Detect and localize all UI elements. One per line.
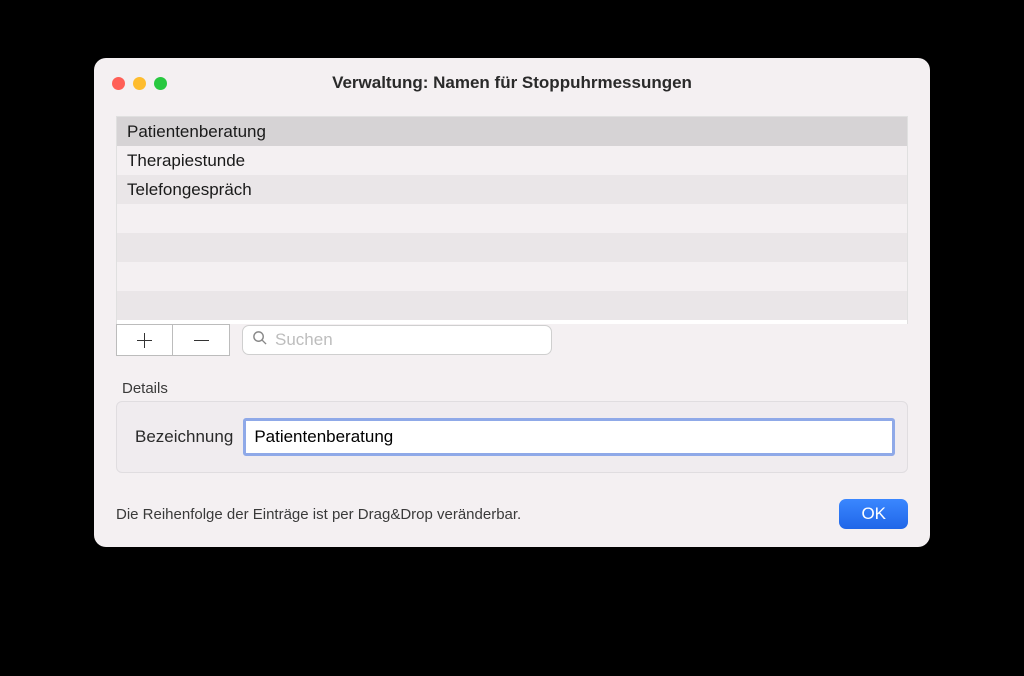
list-item-empty — [117, 262, 907, 291]
field-label-bezeichnung: Bezeichnung — [135, 427, 233, 447]
list-item[interactable]: Therapiestunde — [117, 146, 907, 175]
window-title: Verwaltung: Namen für Stoppuhrmessungen — [112, 73, 912, 93]
list-item-empty — [117, 204, 907, 233]
list-item[interactable]: Patientenberatung — [117, 117, 907, 146]
search-icon — [252, 330, 267, 350]
add-button[interactable] — [117, 325, 173, 355]
plus-icon — [137, 333, 152, 348]
search-input[interactable] — [242, 325, 552, 355]
dialog-window: Verwaltung: Namen für Stoppuhrmessungen … — [94, 58, 930, 547]
list-item-empty — [117, 233, 907, 262]
minimize-icon[interactable] — [133, 77, 146, 90]
ok-button[interactable]: OK — [839, 499, 908, 529]
entries-list[interactable]: PatientenberatungTherapiestundeTelefonge… — [116, 116, 908, 324]
window-controls — [112, 77, 167, 90]
list-item-empty — [117, 291, 907, 320]
list-button-group — [116, 324, 230, 356]
titlebar: Verwaltung: Namen für Stoppuhrmessungen — [94, 58, 930, 108]
list-item[interactable]: Telefongespräch — [117, 175, 907, 204]
minus-icon — [194, 333, 209, 348]
details-panel: Bezeichnung — [116, 401, 908, 473]
search-wrapper — [242, 325, 552, 355]
maximize-icon[interactable] — [154, 77, 167, 90]
details-section-label: Details — [116, 380, 908, 397]
remove-button[interactable] — [173, 325, 229, 355]
close-icon[interactable] — [112, 77, 125, 90]
bezeichnung-field[interactable] — [245, 420, 893, 454]
footer-hint: Die Reihenfolge der Einträge ist per Dra… — [116, 506, 521, 523]
